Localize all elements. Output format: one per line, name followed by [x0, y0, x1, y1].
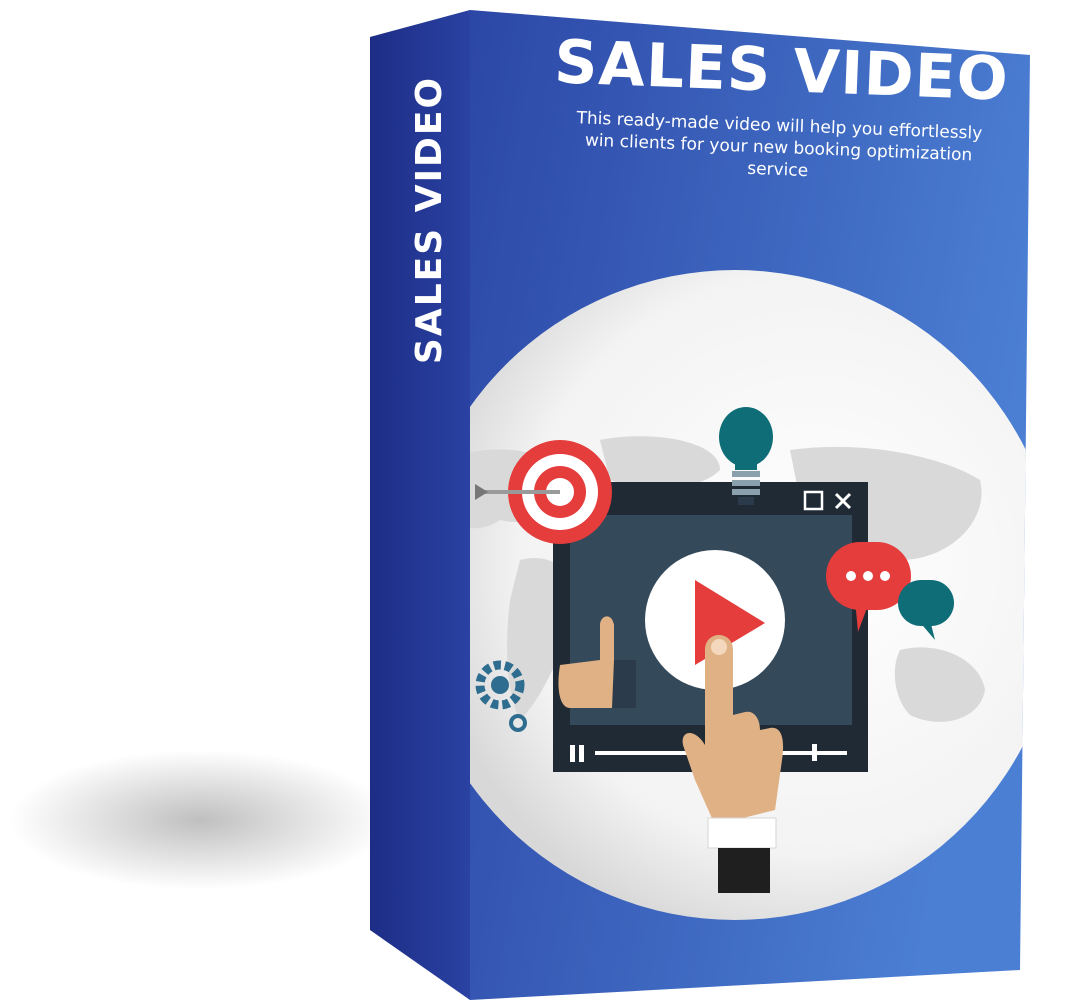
pause-icon: [570, 745, 575, 762]
box-shadow: [10, 750, 390, 890]
product-box-stage: SALES VIDEO This ready-made video will h…: [0, 0, 1070, 1005]
spine-title: SALES VIDEO: [409, 75, 450, 365]
video-progress-handle: [812, 744, 817, 761]
front-header: SALES VIDEO This ready-made video will h…: [498, 27, 1063, 191]
